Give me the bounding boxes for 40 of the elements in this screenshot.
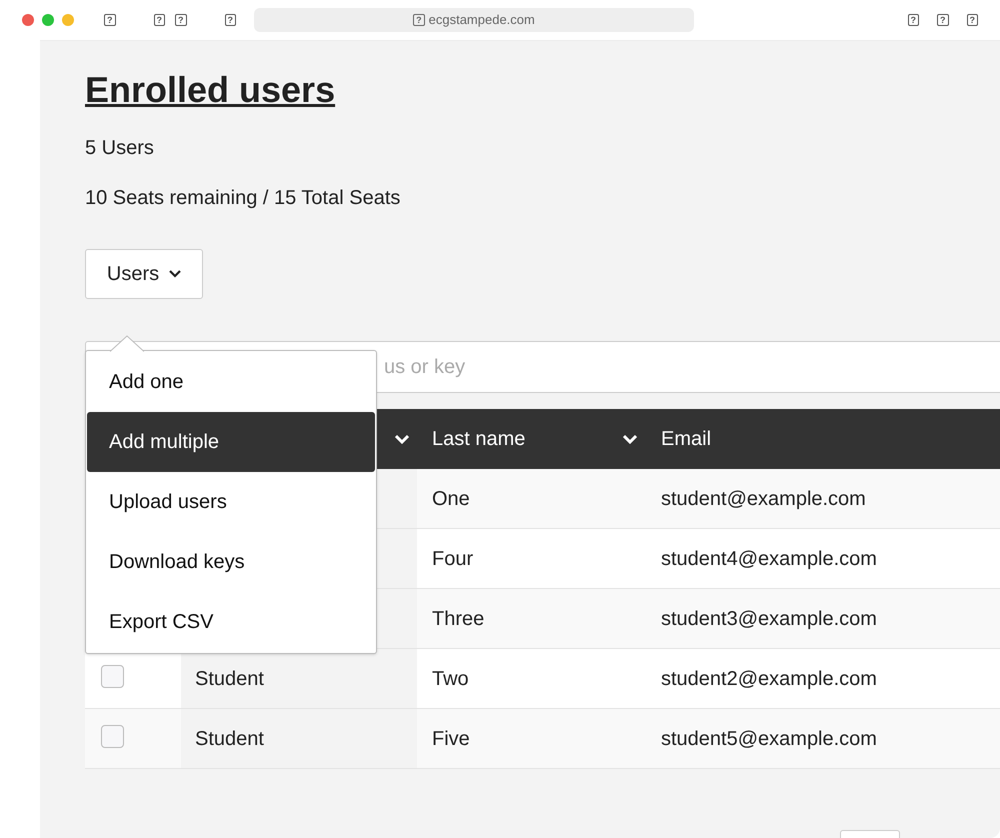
address-bar[interactable]: ? ecgstampede.com: [254, 8, 694, 32]
minimize-window-icon[interactable]: [42, 14, 54, 26]
maximize-window-icon[interactable]: [62, 14, 74, 26]
table-cell-text: One: [432, 486, 470, 512]
seats-text: 10 Seats remaining / 15 Total Seats: [85, 186, 402, 211]
table-cell-text: student3@example.com: [661, 606, 877, 632]
table-cell-text: Five: [432, 726, 470, 752]
page-title: Enrolled users: [85, 68, 336, 112]
url-text: ecgstampede.com: [428, 11, 535, 30]
missing-glyph-icon[interactable]: ?: [175, 14, 186, 26]
table-cell-text: student5@example.com: [661, 726, 877, 752]
missing-glyph-icon: ?: [413, 14, 425, 26]
sorted-column-cell: Student: [181, 709, 417, 768]
user-count-text: 5 Users: [85, 136, 155, 161]
menu-item[interactable]: Download keys: [87, 532, 375, 592]
checkbox[interactable]: [101, 665, 124, 688]
menu-item[interactable]: Upload users: [87, 472, 375, 532]
menu-item[interactable]: Add multiple: [87, 412, 375, 472]
chevron-down-icon[interactable]: [395, 434, 409, 444]
table-cell-text: Four: [432, 546, 474, 572]
missing-glyph-icon[interactable]: ?: [104, 14, 116, 26]
missing-glyph-icon[interactable]: ?: [908, 14, 919, 26]
table-cell-text: Three: [432, 606, 484, 632]
column-header[interactable]: Last name: [432, 424, 526, 454]
missing-glyph-icon[interactable]: ?: [937, 14, 948, 26]
users-dropdown-button[interactable]: Users: [85, 249, 203, 299]
table-cell-text: student2@example.com: [661, 666, 877, 692]
table-cell-text: student@example.com: [661, 486, 866, 512]
chevron-down-icon: [169, 270, 182, 278]
menu-item[interactable]: Export CSV: [87, 592, 375, 652]
sorted-column-cell: Student: [181, 649, 417, 708]
table-cell-text: student4@example.com: [661, 546, 877, 572]
missing-glyph-icon[interactable]: ?: [966, 14, 978, 26]
table-cell-text: Two: [432, 666, 469, 692]
checkbox[interactable]: [101, 725, 124, 748]
missing-glyph-icon[interactable]: ?: [224, 14, 236, 26]
close-window-icon[interactable]: [22, 14, 34, 26]
chevron-down-icon[interactable]: [623, 434, 637, 444]
missing-glyph-icon[interactable]: ?: [154, 14, 165, 26]
column-header[interactable]: Email: [661, 424, 712, 454]
